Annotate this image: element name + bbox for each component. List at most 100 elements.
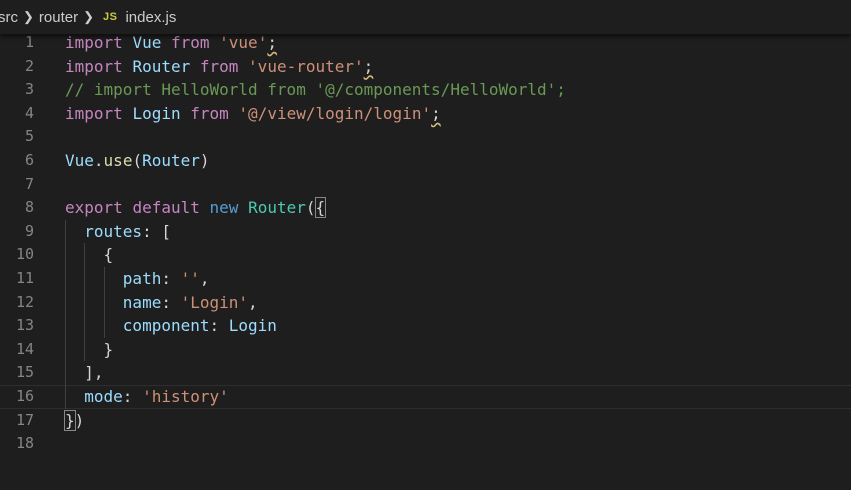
code-token: } — [64, 409, 76, 431]
code-text: name: 'Login', — [65, 291, 258, 315]
line-number: 2 — [24, 56, 34, 75]
code-token: 'history' — [142, 386, 229, 406]
code-token: export — [65, 198, 123, 218]
code-token: 'vue' — [219, 33, 268, 52]
code-token: Vue — [65, 150, 94, 170]
code-token: { — [314, 197, 327, 219]
line-number: 4 — [24, 103, 34, 122]
code-editor[interactable]: 1 import Vue from 'vue'; 2 import Router fr… — [0, 31, 851, 456]
code-line[interactable]: 4 import Login from '@/view/login/login'; — [0, 102, 851, 126]
breadcrumb-item-src[interactable]: src — [0, 9, 18, 26]
code-line[interactable]: 12 name: 'Login', — [0, 290, 851, 315]
code-token: from — [190, 103, 229, 123]
code-token: : — [161, 268, 181, 288]
code-line[interactable]: 5 — [0, 125, 851, 149]
code-token: Router — [248, 198, 306, 218]
javascript-file-icon: JS — [103, 11, 118, 23]
code-token: : — [161, 292, 181, 312]
code-line[interactable]: 3 // import HelloWorld from '@/components… — [0, 78, 851, 102]
code-line[interactable]: 8 export default new Router({ — [0, 196, 851, 220]
code-line[interactable]: 11 path: '', — [0, 266, 851, 291]
line-number: 7 — [24, 174, 34, 193]
code-text: // import HelloWorld from '@/components/… — [65, 78, 566, 102]
code-text: component: Login — [65, 314, 277, 338]
code-token: , — [199, 268, 210, 288]
code-line[interactable]: 6 Vue.use(Router) — [0, 149, 851, 173]
breadcrumb-item-router[interactable]: router — [39, 9, 78, 26]
code-line[interactable]: 14 } — [0, 337, 851, 362]
code-line[interactable]: 16 mode: 'history' — [0, 384, 851, 409]
code-token: Router — [132, 56, 191, 76]
code-line[interactable]: 15 ], — [0, 361, 851, 385]
code-text: export default new Router({ — [65, 196, 327, 220]
code-line[interactable]: 18 — [0, 432, 851, 456]
code-token: '@/view/login/login' — [238, 103, 432, 123]
code-token: : — [209, 316, 229, 336]
code-token: ( — [132, 150, 143, 170]
code-text: import Login from '@/view/login/login'; — [65, 102, 441, 126]
code-text: mode: 'history' — [65, 385, 229, 409]
code-token: ], — [84, 363, 104, 383]
code-token: ) — [199, 150, 210, 170]
code-token: new — [209, 198, 239, 218]
code-text: routes: [ — [65, 220, 171, 244]
code-token: default — [132, 198, 200, 218]
code-token: import — [65, 56, 123, 76]
code-token: ( — [305, 198, 316, 218]
code-token: 'vue-router' — [248, 56, 364, 76]
code-token: Vue — [132, 33, 162, 52]
breadcrumb-item-file[interactable]: index.js — [125, 9, 176, 26]
code-token: ; — [431, 103, 441, 123]
code-text: { — [65, 243, 114, 267]
line-number: 16 — [15, 386, 34, 405]
code-line[interactable]: 9 routes: [ — [0, 219, 851, 244]
code-token: } — [103, 339, 114, 359]
code-token: // import HelloWorld from '@/components/… — [65, 80, 566, 100]
code-token: : — [122, 386, 143, 406]
line-number: 15 — [15, 363, 34, 382]
line-number: 14 — [15, 339, 34, 358]
line-number: 8 — [24, 198, 34, 217]
code-line[interactable]: 2 import Router from 'vue-router'; — [0, 55, 851, 79]
line-number: 17 — [15, 410, 34, 429]
line-number: 11 — [15, 268, 34, 287]
code-line[interactable]: 10 { — [0, 243, 851, 267]
code-token: import — [65, 33, 123, 52]
code-token: 'Login' — [180, 292, 249, 312]
chevron-right-icon: ❯ — [83, 9, 94, 24]
code-line[interactable]: 13 component: Login — [0, 314, 851, 338]
line-number: 18 — [15, 434, 34, 453]
code-token: Router — [142, 150, 200, 170]
code-token: Login — [132, 103, 181, 123]
line-number: 6 — [24, 150, 34, 169]
code-token: name — [122, 292, 162, 312]
code-token: { — [103, 245, 114, 265]
code-token: . — [93, 150, 104, 170]
code-text: Vue.use(Router) — [65, 149, 210, 173]
code-token: ; — [267, 33, 277, 52]
line-number: 3 — [24, 80, 34, 99]
code-line[interactable]: 17}) — [0, 409, 851, 433]
code-line[interactable]: 1 import Vue from 'vue'; — [0, 31, 851, 55]
code-token: routes — [84, 221, 143, 241]
code-token: Login — [228, 316, 277, 336]
code-line[interactable]: 7 — [0, 173, 851, 197]
chevron-right-icon: ❯ — [23, 9, 34, 24]
line-number: 1 — [24, 33, 34, 51]
code-token: , — [248, 292, 258, 312]
